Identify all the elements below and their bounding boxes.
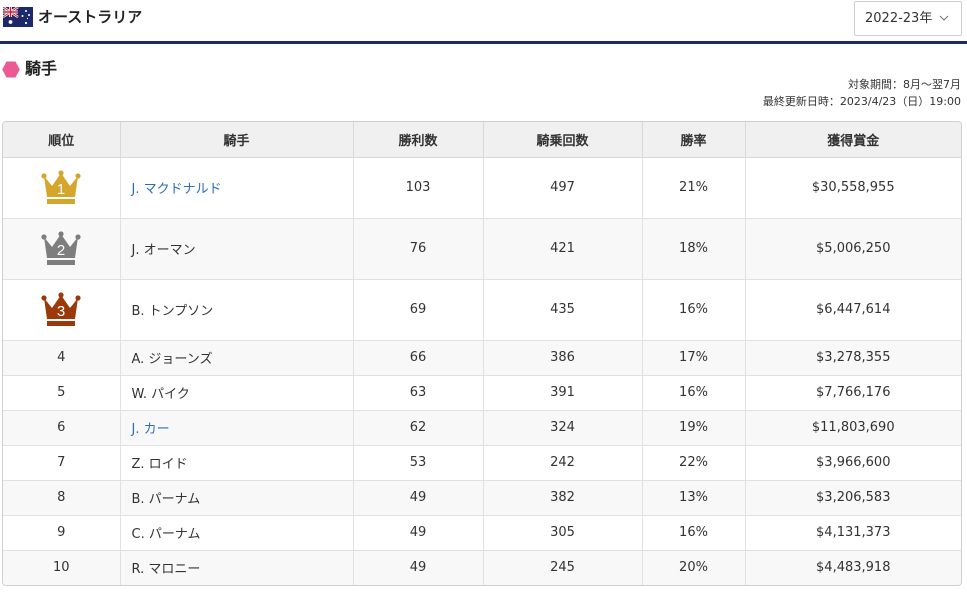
rides-cell: 421	[483, 218, 643, 280]
wins-cell: 49	[353, 550, 484, 585]
column-header-wins: 勝利数	[353, 122, 484, 158]
win-rate-cell: 22%	[642, 445, 746, 481]
jockey-cell: A. ジョーンズ	[120, 340, 354, 376]
table-row: 10 R. マロニー 49 245 20% $4,483,918	[3, 550, 961, 585]
win-rate-cell: 13%	[642, 480, 746, 516]
win-rate-cell: 21%	[642, 157, 746, 219]
rank-cell: 5	[3, 375, 121, 411]
bronze-crown-icon: 3	[41, 291, 81, 326]
column-header-prize: 獲得賞金	[745, 122, 961, 158]
prize-cell: $11,803,690	[745, 410, 961, 446]
jockey-cell: B. パーナム	[120, 480, 354, 516]
table-row: 2 J. オーマン 76 421 18% $5,006,250	[3, 218, 961, 280]
table-row: 3 B. トンプソン 69 435 16% $6,447,614	[3, 279, 961, 341]
country-name: オーストラリア	[38, 8, 143, 26]
wins-cell: 76	[353, 218, 484, 280]
prize-cell: $6,447,614	[745, 279, 961, 341]
win-rate-cell: 16%	[642, 375, 746, 411]
rides-cell: 242	[483, 445, 643, 481]
gold-crown-icon: 1	[41, 169, 81, 204]
win-rate-cell: 16%	[642, 515, 746, 551]
wins-cell: 53	[353, 445, 484, 481]
win-rate-cell: 17%	[642, 340, 746, 376]
table-row: 4 A. ジョーンズ 66 386 17% $3,278,355	[3, 340, 961, 376]
wins-cell: 66	[353, 340, 484, 376]
wins-cell: 62	[353, 410, 484, 446]
rides-cell: 305	[483, 515, 643, 551]
jockey-cell: B. トンプソン	[120, 279, 354, 341]
win-rate-cell: 18%	[642, 218, 746, 280]
prize-cell: $30,558,955	[745, 157, 961, 219]
jockey-ranking-table: 順位 騎手 勝利数 騎乗回数 勝率 獲得賞金 1 J. マクドナルド 103 4…	[2, 121, 962, 586]
rank-number: 2	[57, 242, 65, 259]
prize-cell: $3,966,600	[745, 445, 961, 481]
section-title: 騎手	[25, 59, 58, 78]
column-header-win-rate: 勝率	[642, 122, 746, 158]
rides-cell: 382	[483, 480, 643, 516]
jockey-cell: Z. ロイド	[120, 445, 354, 481]
prize-cell: $4,131,373	[745, 515, 961, 551]
last-updated: 最終更新日時：2023/4/23（日）19:00	[762, 95, 961, 108]
rank-cell: 4	[3, 340, 121, 376]
australia-flag-icon	[3, 7, 33, 27]
jockey-link[interactable]: J. マクドナルド	[132, 182, 222, 197]
wins-cell: 69	[353, 279, 484, 341]
jockey-cell: R. マロニー	[120, 550, 354, 585]
table-row: 8 B. パーナム 49 382 13% $3,206,583	[3, 480, 961, 516]
jockey-cell: C. パーナム	[120, 515, 354, 551]
rides-cell: 324	[483, 410, 643, 446]
silver-crown-icon: 2	[41, 230, 81, 265]
wins-cell: 49	[353, 480, 484, 516]
jockey-cell: W. パイク	[120, 375, 354, 411]
rank-cell: 1	[3, 157, 121, 219]
rides-cell: 391	[483, 375, 643, 411]
rides-cell: 435	[483, 279, 643, 341]
jockey-link[interactable]: J. カー	[132, 422, 170, 437]
page-header: オーストラリア 2022-23年	[0, 0, 967, 44]
rides-cell: 386	[483, 340, 643, 376]
table-row: 5 W. パイク 63 391 16% $7,766,176	[3, 375, 961, 411]
rank-number: 3	[57, 303, 65, 320]
table-header-row: 順位 騎手 勝利数 騎乗回数 勝率 獲得賞金	[3, 122, 961, 158]
rank-cell: 3	[3, 279, 121, 341]
rides-cell: 497	[483, 157, 643, 219]
prize-cell: $4,483,918	[745, 550, 961, 585]
prize-cell: $7,766,176	[745, 375, 961, 411]
chevron-down-icon	[939, 15, 949, 21]
table-row: 1 J. マクドナルド 103 497 21% $30,558,955	[3, 157, 961, 219]
prize-cell: $3,278,355	[745, 340, 961, 376]
column-header-rides: 騎乗回数	[483, 122, 643, 158]
wins-cell: 103	[353, 157, 484, 219]
rank-cell: 9	[3, 515, 121, 551]
rank-cell: 6	[3, 410, 121, 446]
rank-cell: 2	[3, 218, 121, 280]
table-row: 9 C. パーナム 49 305 16% $4,131,373	[3, 515, 961, 551]
jockey-cell: J. カー	[120, 410, 354, 446]
prize-cell: $3,206,583	[745, 480, 961, 516]
jockey-cell: J. マクドナルド	[120, 157, 354, 219]
rank-cell: 10	[3, 550, 121, 585]
rank-number: 1	[57, 181, 65, 198]
column-header-rank: 順位	[3, 122, 121, 158]
rank-cell: 8	[3, 480, 121, 516]
table-row: 6 J. カー 62 324 19% $11,803,690	[3, 410, 961, 446]
win-rate-cell: 20%	[642, 550, 746, 585]
target-period: 対象期間：8月～翌7月	[848, 78, 961, 91]
season-select-value: 2022-23年	[865, 11, 933, 26]
win-rate-cell: 16%	[642, 279, 746, 341]
wins-cell: 63	[353, 375, 484, 411]
rides-cell: 245	[483, 550, 643, 585]
rank-cell: 7	[3, 445, 121, 481]
win-rate-cell: 19%	[642, 410, 746, 446]
column-header-jockey: 騎手	[120, 122, 354, 158]
table-row: 7 Z. ロイド 53 242 22% $3,966,600	[3, 445, 961, 481]
season-select[interactable]: 2022-23年	[854, 1, 962, 36]
prize-cell: $5,006,250	[745, 218, 961, 280]
jockey-cell: J. オーマン	[120, 218, 354, 280]
wins-cell: 49	[353, 515, 484, 551]
hexagon-bullet-icon	[2, 61, 20, 78]
